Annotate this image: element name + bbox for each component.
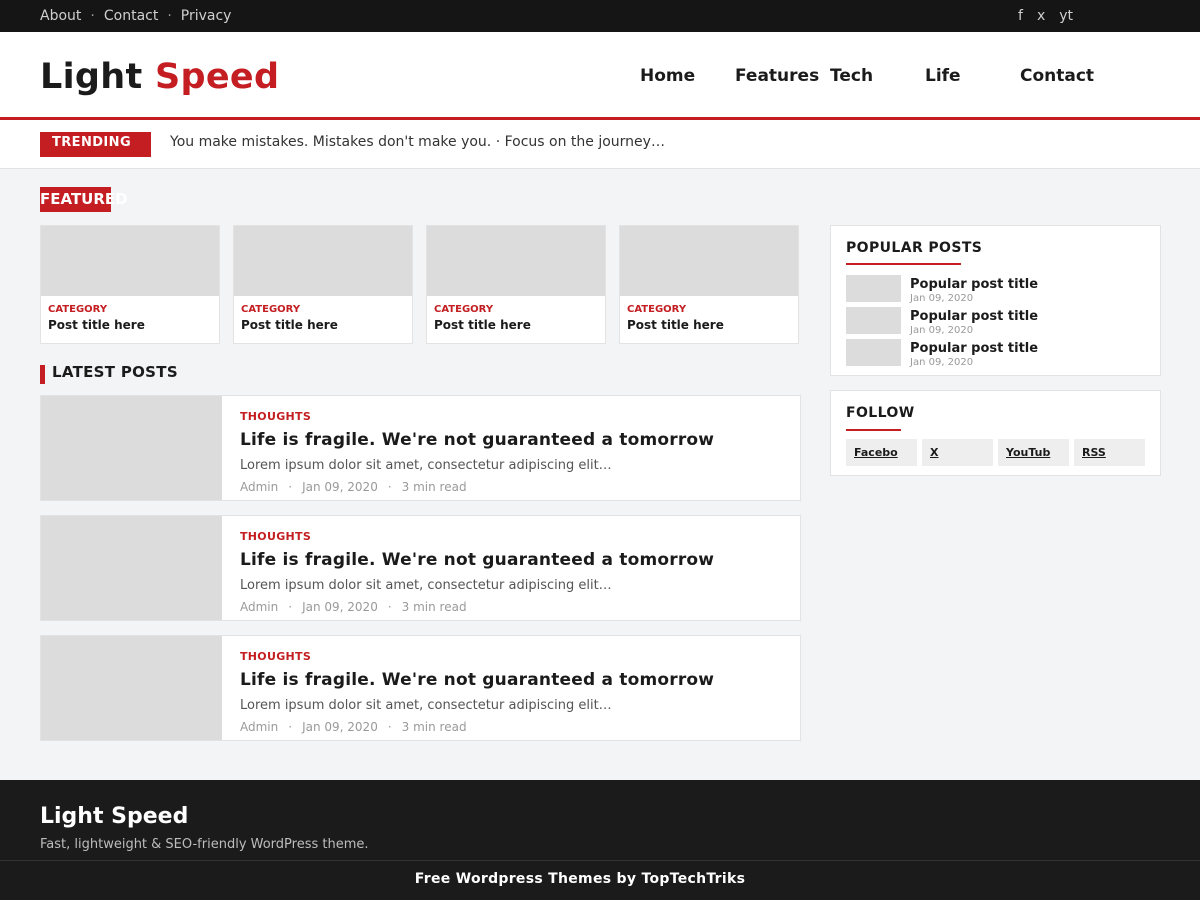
popular-post-thumbnail[interactable] xyxy=(846,339,901,366)
featured-card[interactable]: CATEGORY Post title here xyxy=(233,225,413,344)
facebook-icon[interactable]: f xyxy=(1018,8,1023,24)
top-link-contact[interactable]: Contact xyxy=(104,8,158,24)
footer-title: Light Speed xyxy=(40,804,189,829)
logo-text-speed: Speed xyxy=(155,57,280,97)
top-social-links: f x yt xyxy=(1018,8,1073,24)
post-excerpt: Lorem ipsum dolor sit amet, consectetur … xyxy=(240,578,612,593)
follow-title: FOLLOW xyxy=(846,405,915,421)
post-read-time: 3 min read xyxy=(401,600,467,614)
post-title[interactable]: Life is fragile. We're not guaranteed a … xyxy=(240,430,714,450)
post-author[interactable]: Admin xyxy=(240,600,278,614)
post-meta: Admin · Jan 09, 2020 · 3 min read xyxy=(240,480,467,494)
follow-rss-button[interactable]: RSS xyxy=(1074,439,1145,466)
featured-thumbnail[interactable] xyxy=(427,226,605,296)
featured-title[interactable]: Post title here xyxy=(241,318,338,332)
post-date: Jan 09, 2020 xyxy=(302,600,378,614)
post-thumbnail[interactable] xyxy=(41,396,222,500)
footer-tagline: Fast, lightweight & SEO-friendly WordPre… xyxy=(40,837,369,852)
trending-badge: TRENDING xyxy=(40,132,151,157)
footer-credit[interactable]: Free Wordpress Themes by TopTechTriks xyxy=(0,871,1160,887)
post-meta: Admin · Jan 09, 2020 · 3 min read xyxy=(240,720,467,734)
post-read-time: 3 min read xyxy=(401,480,467,494)
popular-post-title[interactable]: Popular post title xyxy=(910,277,1038,292)
nav-home[interactable]: Home xyxy=(640,66,695,86)
post-author[interactable]: Admin xyxy=(240,720,278,734)
trending-ticker[interactable]: You make mistakes. Mistakes don't make y… xyxy=(170,134,665,150)
post-card[interactable]: THOUGHTS Life is fragile. We're not guar… xyxy=(40,635,801,741)
nav-tech[interactable]: Tech xyxy=(830,66,873,86)
featured-thumbnail[interactable] xyxy=(41,226,219,296)
popular-post-item[interactable]: Popular post title Jan 09, 2020 xyxy=(846,339,1146,368)
follow-facebook-button[interactable]: Facebo xyxy=(846,439,917,466)
top-link-separator: · xyxy=(90,8,95,24)
youtube-icon[interactable]: yt xyxy=(1059,8,1073,24)
top-link-about[interactable]: About xyxy=(40,8,81,24)
featured-card[interactable]: CATEGORY Post title here xyxy=(40,225,220,344)
post-title[interactable]: Life is fragile. We're not guaranteed a … xyxy=(240,550,714,570)
featured-category[interactable]: CATEGORY xyxy=(627,304,686,315)
post-category[interactable]: THOUGHTS xyxy=(240,650,311,663)
site-logo[interactable]: Light Speed xyxy=(40,57,279,97)
post-meta: Admin · Jan 09, 2020 · 3 min read xyxy=(240,600,467,614)
popular-post-thumbnail[interactable] xyxy=(846,307,901,334)
post-date: Jan 09, 2020 xyxy=(302,720,378,734)
popular-post-thumbnail[interactable] xyxy=(846,275,901,302)
popular-post-item[interactable]: Popular post title Jan 09, 2020 xyxy=(846,307,1146,336)
featured-card[interactable]: CATEGORY Post title here xyxy=(426,225,606,344)
popular-post-date: Jan 09, 2020 xyxy=(910,357,974,368)
site-header: Light Speed Home Features Tech Life Cont… xyxy=(0,32,1200,120)
widget-title-underline xyxy=(846,263,961,265)
follow-x-button[interactable]: X xyxy=(922,439,993,466)
site-footer: Light Speed Fast, lightweight & SEO-frie… xyxy=(0,780,1200,900)
widget-title-underline xyxy=(846,429,901,431)
popular-posts-widget: POPULAR POSTS Popular post title Jan 09,… xyxy=(830,225,1161,376)
nav-life[interactable]: Life xyxy=(925,66,961,86)
top-bar: About · Contact · Privacy f x yt xyxy=(0,0,1200,32)
post-excerpt: Lorem ipsum dolor sit amet, consectetur … xyxy=(240,698,612,713)
featured-title[interactable]: Post title here xyxy=(434,318,531,332)
nav-contact[interactable]: Contact xyxy=(1020,66,1094,86)
popular-post-date: Jan 09, 2020 xyxy=(910,293,974,304)
popular-posts-title: POPULAR POSTS xyxy=(846,240,983,256)
post-category[interactable]: THOUGHTS xyxy=(240,530,311,543)
post-thumbnail[interactable] xyxy=(41,516,222,620)
post-author[interactable]: Admin xyxy=(240,480,278,494)
popular-post-title[interactable]: Popular post title xyxy=(910,341,1038,356)
featured-title[interactable]: Post title here xyxy=(627,318,724,332)
footer-bottom-bar: Free Wordpress Themes by TopTechTriks xyxy=(0,860,1200,900)
featured-card[interactable]: CATEGORY Post title here xyxy=(619,225,799,344)
top-link-separator: · xyxy=(167,8,172,24)
post-date: Jan 09, 2020 xyxy=(302,480,378,494)
x-icon[interactable]: x xyxy=(1037,8,1045,24)
latest-posts-heading: LATEST POSTS xyxy=(40,365,178,384)
featured-category[interactable]: CATEGORY xyxy=(48,304,107,315)
featured-thumbnail[interactable] xyxy=(234,226,412,296)
popular-post-item[interactable]: Popular post title Jan 09, 2020 xyxy=(846,275,1146,304)
popular-post-date: Jan 09, 2020 xyxy=(910,325,974,336)
follow-widget: FOLLOW Facebo X YouTub RSS xyxy=(830,390,1161,476)
logo-text-light: Light xyxy=(40,57,143,97)
featured-category[interactable]: CATEGORY xyxy=(434,304,493,315)
featured-thumbnail[interactable] xyxy=(620,226,798,296)
post-excerpt: Lorem ipsum dolor sit amet, consectetur … xyxy=(240,458,612,473)
featured-category[interactable]: CATEGORY xyxy=(241,304,300,315)
follow-youtube-button[interactable]: YouTub xyxy=(998,439,1069,466)
post-card[interactable]: THOUGHTS Life is fragile. We're not guar… xyxy=(40,515,801,621)
trending-bar: TRENDING You make mistakes. Mistakes don… xyxy=(0,120,1200,169)
featured-title[interactable]: Post title here xyxy=(48,318,145,332)
post-title[interactable]: Life is fragile. We're not guaranteed a … xyxy=(240,670,714,690)
popular-post-title[interactable]: Popular post title xyxy=(910,309,1038,324)
featured-label: FEATURED xyxy=(40,187,128,212)
post-card[interactable]: THOUGHTS Life is fragile. We're not guar… xyxy=(40,395,801,501)
post-thumbnail[interactable] xyxy=(41,636,222,740)
post-category[interactable]: THOUGHTS xyxy=(240,410,311,423)
nav-features[interactable]: Features xyxy=(735,66,819,86)
top-link-privacy[interactable]: Privacy xyxy=(181,8,232,24)
top-links: About · Contact · Privacy xyxy=(40,8,231,24)
post-read-time: 3 min read xyxy=(401,720,467,734)
